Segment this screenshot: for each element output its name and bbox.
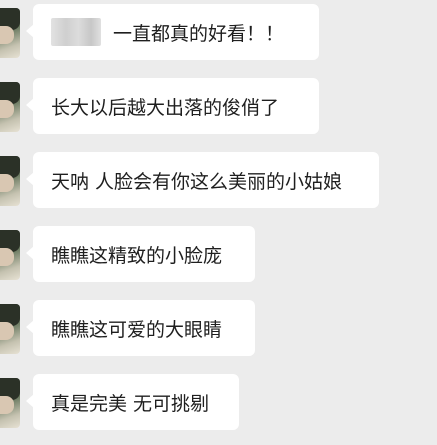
message-row: 瞧瞧这可爱的大眼睛: [0, 300, 437, 360]
sender-avatar[interactable]: [0, 82, 20, 132]
message-row: 长大以后越大出落的俊俏了: [0, 78, 437, 138]
message-row: 真是完美 无可挑剔: [0, 374, 437, 434]
message-row: 天呐 人脸会有你这么美丽的小姑娘: [0, 152, 437, 212]
message-bubble[interactable]: 长大以后越大出落的俊俏了: [26, 78, 319, 134]
sender-avatar[interactable]: [0, 156, 20, 206]
message-row: 瞧瞧这精致的小脸庞: [0, 226, 437, 286]
message-text: 瞧瞧这精致的小脸庞: [51, 244, 223, 267]
message-text: 一直都真的好看！！: [113, 22, 285, 45]
message-text: 瞧瞧这可爱的大眼睛: [51, 318, 223, 341]
sender-avatar[interactable]: [0, 230, 20, 280]
redacted-name: [51, 18, 101, 46]
message-text: 真是完美 无可挑剔: [51, 392, 210, 415]
message-text: 长大以后越大出落的俊俏了: [51, 96, 280, 119]
message-bubble[interactable]: 瞧瞧这可爱的大眼睛: [26, 300, 255, 356]
message-text: 天呐 人脸会有你这么美丽的小姑娘: [51, 170, 343, 193]
chat-thread: 一直都真的好看！！ 长大以后越大出落的俊俏了 天呐 人脸会有你这么美丽的小姑娘 …: [0, 0, 437, 445]
message-row: 一直都真的好看！！: [0, 4, 437, 64]
sender-avatar[interactable]: [0, 378, 20, 428]
sender-avatar[interactable]: [0, 8, 20, 58]
message-bubble[interactable]: 一直都真的好看！！: [26, 4, 319, 60]
message-bubble[interactable]: 天呐 人脸会有你这么美丽的小姑娘: [26, 152, 379, 208]
message-bubble[interactable]: 真是完美 无可挑剔: [26, 374, 239, 430]
sender-avatar[interactable]: [0, 304, 20, 354]
message-bubble[interactable]: 瞧瞧这精致的小脸庞: [26, 226, 255, 282]
